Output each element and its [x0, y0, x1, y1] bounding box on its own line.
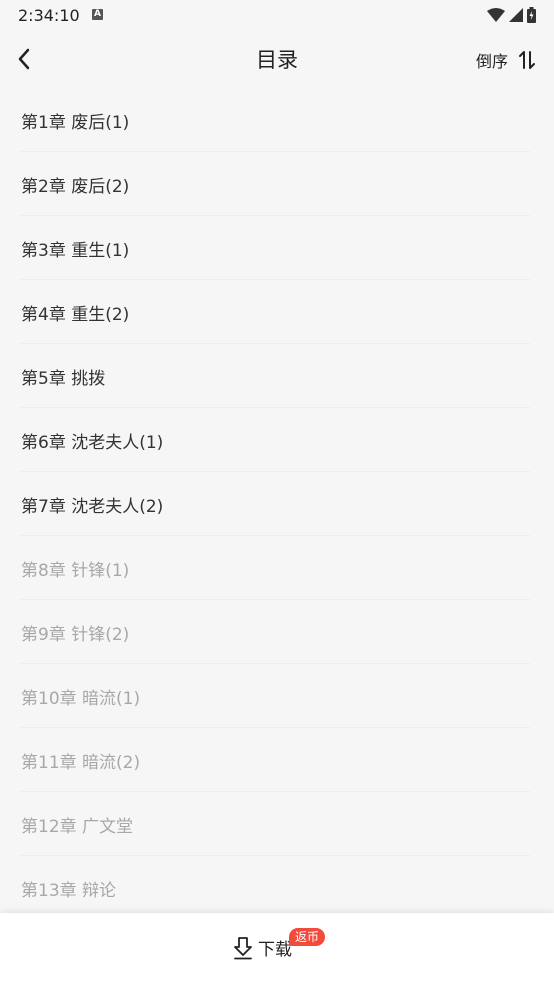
chapter-title: 第8章 针锋(1) — [21, 561, 130, 581]
chapter-item[interactable]: 第13章 辩论 — [0, 856, 554, 920]
sort-label: 倒序 — [475, 52, 508, 71]
status-icons — [487, 6, 536, 24]
chapter-item[interactable]: 第11章 暗流(2) — [0, 728, 554, 792]
chapter-title: 第1章 废后(1) — [21, 113, 130, 133]
chapter-title: 第10章 暗流(1) — [21, 689, 141, 709]
chapter-title: 第11章 暗流(2) — [21, 753, 141, 773]
chapter-item[interactable]: 第6章 沈老夫人(1) — [0, 408, 554, 472]
signal-icon — [509, 8, 523, 22]
chapter-item[interactable]: 第5章 挑拨 — [0, 344, 554, 408]
bottom-bar: 下载 返币 — [0, 913, 554, 984]
sort-toggle[interactable]: 倒序 — [476, 48, 536, 72]
chapter-title: 第2章 废后(2) — [21, 177, 130, 197]
chapter-item[interactable]: 第12章 广文堂 — [0, 792, 554, 856]
chapter-title: 第9章 针锋(2) — [21, 625, 130, 645]
chapter-title: 第12章 广文堂 — [21, 817, 134, 837]
chapter-title: 第4章 重生(2) — [21, 305, 130, 325]
chapter-title: 第5章 挑拨 — [21, 369, 106, 389]
chapter-item[interactable]: 第10章 暗流(1) — [0, 664, 554, 728]
download-button[interactable]: 下载 — [232, 935, 292, 960]
chapter-title: 第6章 沈老夫人(1) — [21, 433, 164, 453]
download-label: 下载 — [258, 940, 292, 960]
download-icon — [234, 936, 252, 959]
a-icon: A — [92, 9, 103, 20]
chapter-item[interactable]: 第4章 重生(2) — [0, 280, 554, 344]
chapter-item[interactable]: 第9章 针锋(2) — [0, 600, 554, 664]
header: 目录 倒序 — [0, 30, 554, 88]
chapter-title: 第13章 辩论 — [21, 881, 117, 901]
chapter-item[interactable]: 第3章 重生(1) — [0, 216, 554, 280]
status-time: 2:34:10 — [18, 6, 80, 25]
sort-order-icon — [519, 51, 535, 69]
page-title: 目录 — [256, 48, 298, 72]
chapter-item[interactable]: 第1章 废后(1) — [0, 88, 554, 152]
wifi-icon — [487, 8, 505, 22]
status-bar: 2:34:10 A — [0, 0, 554, 30]
chapter-item[interactable]: 第8章 针锋(1) — [0, 536, 554, 600]
battery-icon — [527, 7, 536, 23]
chapter-item[interactable]: 第7章 沈老夫人(2) — [0, 472, 554, 536]
chapter-item[interactable]: 第2章 废后(2) — [0, 152, 554, 216]
cashback-badge: 返币 — [289, 928, 326, 946]
chapter-list: 第1章 废后(1) 第2章 废后(2) 第3章 重生(1) 第4章 重生(2) … — [0, 88, 554, 920]
chapter-title: 第3章 重生(1) — [21, 241, 130, 261]
chapter-title: 第7章 沈老夫人(2) — [21, 497, 164, 517]
